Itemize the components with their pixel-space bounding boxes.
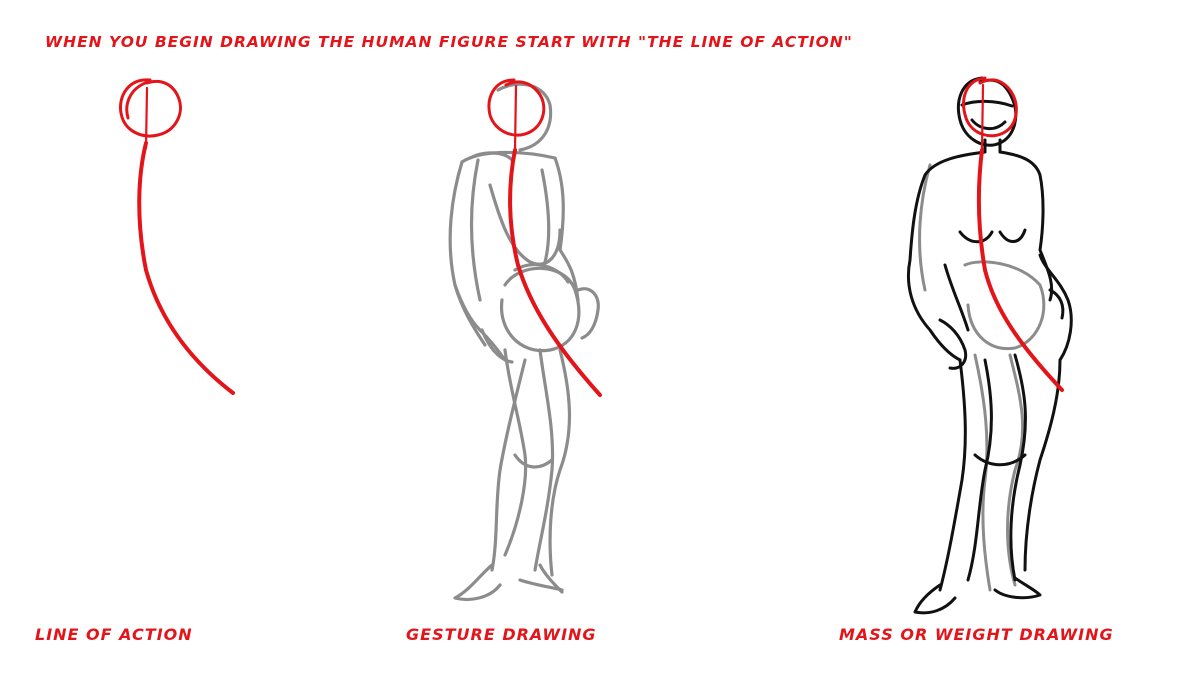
gesture-red-overlay [487, 78, 602, 397]
line-of-action-curve [137, 141, 235, 395]
label-gesture-drawing: GESTURE DRAWING [406, 625, 597, 644]
label-line-of-action: LINE OF ACTION [35, 625, 193, 644]
figure-sketches [118, 76, 1073, 615]
gesture-figure [448, 78, 602, 602]
gesture-body-lines [448, 82, 600, 602]
head-circle [118, 78, 182, 150]
line-of-action-figure [118, 78, 235, 395]
label-mass-drawing: MASS OR WEIGHT DRAWING [839, 625, 1114, 644]
mass-figure [906, 76, 1073, 615]
